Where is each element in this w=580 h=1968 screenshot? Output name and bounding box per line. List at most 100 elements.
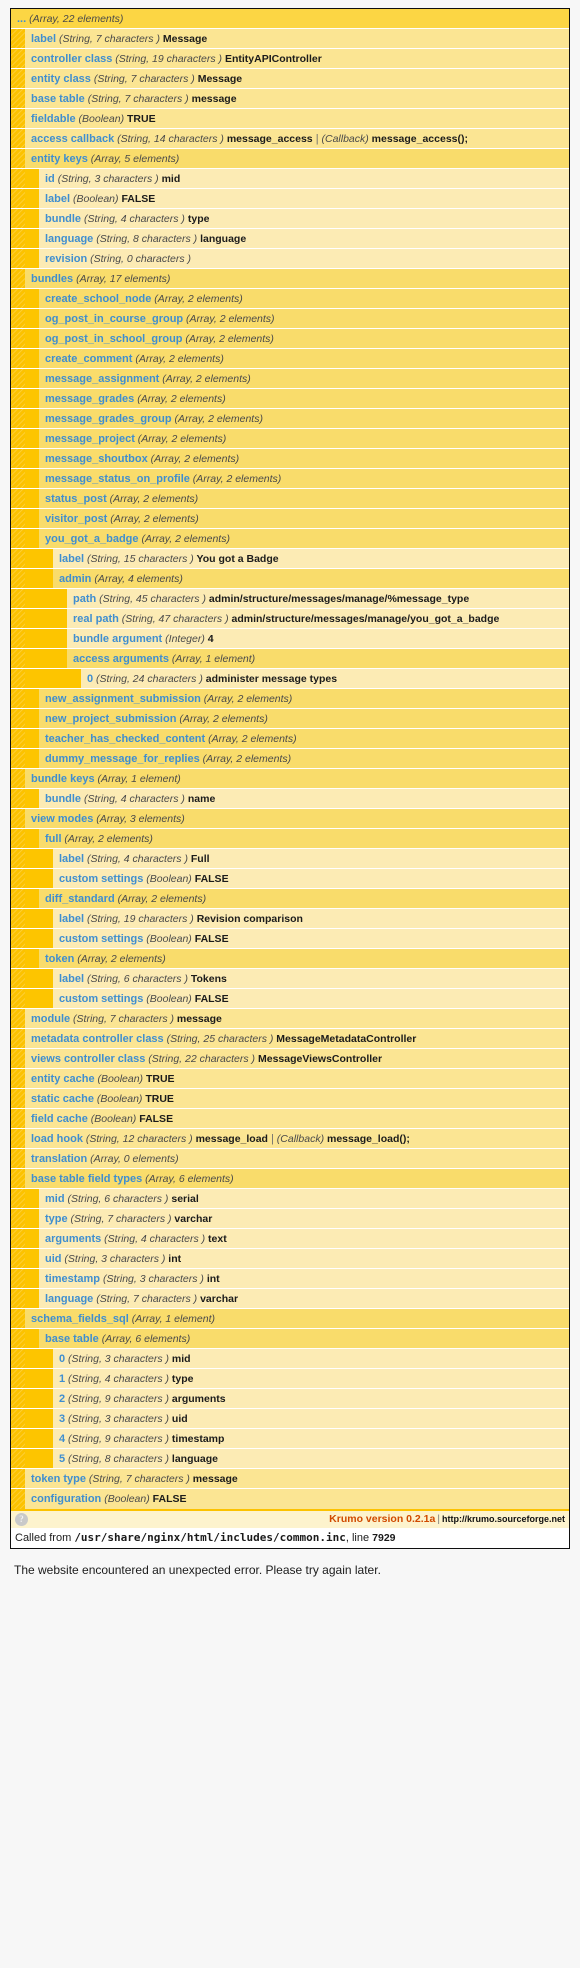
krumo-tree-row[interactable]: 0 (String, 3 characters ) mid	[11, 1349, 569, 1369]
krumo-tree-row[interactable]: full (Array, 2 elements)	[11, 829, 569, 849]
indent-guide	[11, 89, 25, 108]
krumo-tree-row[interactable]: label (String, 19 characters ) Revision …	[11, 909, 569, 929]
krumo-tree-row[interactable]: arguments (String, 4 characters ) text	[11, 1229, 569, 1249]
krumo-tree-row[interactable]: access callback (String, 14 characters )…	[11, 129, 569, 149]
krumo-tree-row[interactable]: access arguments (Array, 1 element)	[11, 649, 569, 669]
krumo-tree-row[interactable]: custom settings (Boolean) FALSE	[11, 869, 569, 889]
krumo-tree-row[interactable]: teacher_has_checked_content (Array, 2 el…	[11, 729, 569, 749]
krumo-tree-row[interactable]: new_assignment_submission (Array, 2 elem…	[11, 689, 569, 709]
krumo-tree-row[interactable]: schema_fields_sql (Array, 1 element)	[11, 1309, 569, 1329]
krumo-tree-row[interactable]: translation (Array, 0 elements)	[11, 1149, 569, 1169]
krumo-tree-row[interactable]: label (String, 4 characters ) Full	[11, 849, 569, 869]
krumo-tree-row[interactable]: bundle keys (Array, 1 element)	[11, 769, 569, 789]
indent-guide	[11, 149, 25, 168]
krumo-tree-row[interactable]: dummy_message_for_replies (Array, 2 elem…	[11, 749, 569, 769]
krumo-tree-row[interactable]: label (String, 7 characters ) Message	[11, 29, 569, 49]
krumo-tree-row[interactable]: message_shoutbox (Array, 2 elements)	[11, 449, 569, 469]
krumo-tree-row[interactable]: custom settings (Boolean) FALSE	[11, 989, 569, 1009]
krumo-tree-row[interactable]: og_post_in_school_group (Array, 2 elemen…	[11, 329, 569, 349]
krumo-tree-row[interactable]: label (String, 15 characters ) You got a…	[11, 549, 569, 569]
krumo-tree-row[interactable]: bundles (Array, 17 elements)	[11, 269, 569, 289]
krumo-type-meta: (Array, 2 elements)	[134, 393, 226, 405]
krumo-root-row[interactable]: ... (Array, 22 elements)	[11, 9, 569, 29]
krumo-tree-row[interactable]: message_grades (Array, 2 elements)	[11, 389, 569, 409]
krumo-value: FALSE	[136, 1113, 174, 1125]
krumo-tree-row[interactable]: message_grades_group (Array, 2 elements)	[11, 409, 569, 429]
krumo-tree-row[interactable]: message_status_on_profile (Array, 2 elem…	[11, 469, 569, 489]
krumo-key: visitor_post	[45, 513, 108, 525]
krumo-type-meta: (Array, 1 element)	[169, 653, 256, 665]
krumo-tree-row[interactable]: message_assignment (Array, 2 elements)	[11, 369, 569, 389]
krumo-tree-row[interactable]: language (String, 8 characters ) languag…	[11, 229, 569, 249]
krumo-tree-row[interactable]: visitor_post (Array, 2 elements)	[11, 509, 569, 529]
krumo-tree-row[interactable]: 5 (String, 8 characters ) language	[11, 1449, 569, 1469]
indent-guide	[11, 789, 25, 808]
krumo-tree-row[interactable]: new_project_submission (Array, 2 element…	[11, 709, 569, 729]
krumo-value: type	[169, 1373, 194, 1385]
krumo-key: translation	[31, 1153, 88, 1165]
krumo-tree-row[interactable]: language (String, 7 characters ) varchar	[11, 1289, 569, 1309]
krumo-tree-row[interactable]: token (Array, 2 elements)	[11, 949, 569, 969]
krumo-tree-row[interactable]: 3 (String, 3 characters ) uid	[11, 1409, 569, 1429]
krumo-tree-row[interactable]: custom settings (Boolean) FALSE	[11, 929, 569, 949]
krumo-tree-row[interactable]: base table (String, 7 characters ) messa…	[11, 89, 569, 109]
krumo-tree-row[interactable]: message_project (Array, 2 elements)	[11, 429, 569, 449]
krumo-tree-row[interactable]: admin (Array, 4 elements)	[11, 569, 569, 589]
krumo-tree-row[interactable]: module (String, 7 characters ) message	[11, 1009, 569, 1029]
krumo-tree-row[interactable]: og_post_in_course_group (Array, 2 elemen…	[11, 309, 569, 329]
krumo-tree-row[interactable]: type (String, 7 characters ) varchar	[11, 1209, 569, 1229]
krumo-tree-row[interactable]: views controller class (String, 22 chara…	[11, 1049, 569, 1069]
krumo-tree-row[interactable]: 0 (String, 24 characters ) administer me…	[11, 669, 569, 689]
krumo-tree-row[interactable]: fieldable (Boolean) TRUE	[11, 109, 569, 129]
krumo-type-meta: (Boolean)	[143, 873, 192, 885]
krumo-tree-row[interactable]: entity keys (Array, 5 elements)	[11, 149, 569, 169]
krumo-type-meta: (Array, 2 elements)	[132, 353, 224, 365]
krumo-tree-row[interactable]: entity class (String, 7 characters ) Mes…	[11, 69, 569, 89]
krumo-tree-row[interactable]: configuration (Boolean) FALSE	[11, 1489, 569, 1509]
krumo-tree-row[interactable]: real path (String, 47 characters ) admin…	[11, 609, 569, 629]
krumo-tree-row[interactable]: create_school_node (Array, 2 elements)	[11, 289, 569, 309]
krumo-tree-row[interactable]: id (String, 3 characters ) mid	[11, 169, 569, 189]
krumo-tree-row[interactable]: you_got_a_badge (Array, 2 elements)	[11, 529, 569, 549]
krumo-tree-row[interactable]: bundle (String, 4 characters ) type	[11, 209, 569, 229]
question-mark-icon[interactable]: ?	[15, 1513, 28, 1526]
indent-guide	[25, 309, 39, 328]
krumo-project-url[interactable]: http://krumo.sourceforge.net	[442, 1514, 565, 1524]
krumo-tree-row[interactable]: load hook (String, 12 characters ) messa…	[11, 1129, 569, 1149]
krumo-tree-row[interactable]: bundle (String, 4 characters ) name	[11, 789, 569, 809]
krumo-tree-row[interactable]: base table (Array, 6 elements)	[11, 1329, 569, 1349]
krumo-tree-row[interactable]: metadata controller class (String, 25 ch…	[11, 1029, 569, 1049]
krumo-tree-row[interactable]: status_post (Array, 2 elements)	[11, 489, 569, 509]
krumo-key: message_shoutbox	[45, 453, 148, 465]
indent-guide	[25, 1389, 39, 1408]
krumo-tree-row[interactable]: label (String, 6 characters ) Tokens	[11, 969, 569, 989]
indent-guide	[11, 989, 25, 1008]
krumo-type-meta: (String, 19 characters )	[112, 53, 223, 65]
krumo-tree-row[interactable]: token type (String, 7 characters ) messa…	[11, 1469, 569, 1489]
krumo-tree-row[interactable]: entity cache (Boolean) TRUE	[11, 1069, 569, 1089]
krumo-tree-row[interactable]: timestamp (String, 3 characters ) int	[11, 1269, 569, 1289]
krumo-type-meta: (Array, 2 elements)	[199, 753, 292, 765]
krumo-tree-row[interactable]: label (Boolean) FALSE	[11, 189, 569, 209]
krumo-tree-row[interactable]: bundle argument (Integer) 4	[11, 629, 569, 649]
indent-guide	[25, 1269, 39, 1288]
indent-guide	[25, 869, 39, 888]
krumo-tree-row[interactable]: view modes (Array, 3 elements)	[11, 809, 569, 829]
krumo-tree-row[interactable]: field cache (Boolean) FALSE	[11, 1109, 569, 1129]
krumo-tree-row[interactable]: 2 (String, 9 characters ) arguments	[11, 1389, 569, 1409]
krumo-type-meta: (Boolean)	[93, 1093, 143, 1105]
krumo-tree-row[interactable]: create_comment (Array, 2 elements)	[11, 349, 569, 369]
indent-guide	[11, 1429, 25, 1448]
indent-guide	[11, 709, 25, 728]
krumo-tree-row[interactable]: controller class (String, 19 characters …	[11, 49, 569, 69]
krumo-tree-row[interactable]: diff_standard (Array, 2 elements)	[11, 889, 569, 909]
krumo-tree-row[interactable]: path (String, 45 characters ) admin/stru…	[11, 589, 569, 609]
krumo-value: FALSE	[191, 993, 229, 1005]
krumo-tree-row[interactable]: static cache (Boolean) TRUE	[11, 1089, 569, 1109]
krumo-tree-row[interactable]: 4 (String, 9 characters ) timestamp	[11, 1429, 569, 1449]
krumo-tree-row[interactable]: mid (String, 6 characters ) serial	[11, 1189, 569, 1209]
krumo-tree-row[interactable]: revision (String, 0 characters )	[11, 249, 569, 269]
krumo-tree-row[interactable]: 1 (String, 4 characters ) type	[11, 1369, 569, 1389]
krumo-tree-row[interactable]: uid (String, 3 characters ) int	[11, 1249, 569, 1269]
krumo-tree-row[interactable]: base table field types (Array, 6 element…	[11, 1169, 569, 1189]
